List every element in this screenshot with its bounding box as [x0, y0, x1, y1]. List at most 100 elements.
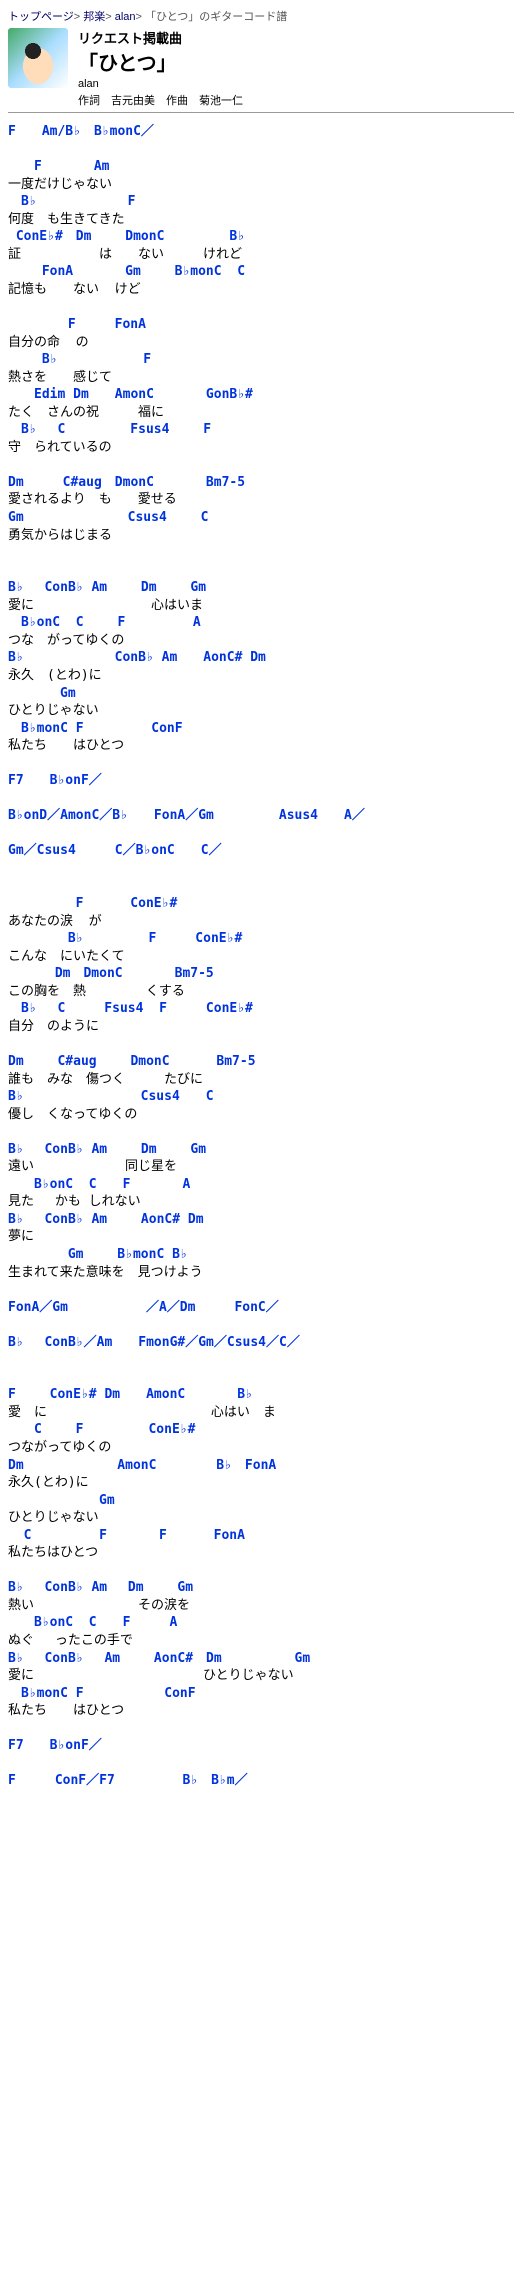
chord-line: B♭ C Fsus4 F ConE♭#	[8, 1000, 514, 1018]
chord-line: B♭ ConB♭／Am FmonG#／Gm／Csus4／C／	[8, 1334, 514, 1352]
chord-line: B♭ F	[8, 351, 514, 369]
lyric-line: たく さんの祝 福に	[8, 404, 514, 422]
breadcrumb: トップページ> 邦楽> alan> 「ひとつ」のギターコード譜	[8, 8, 514, 24]
artist-name: alan	[78, 78, 243, 90]
chord-line: F ConE♭#	[8, 895, 514, 913]
chord-line: Dm C#aug DmonC Bm7-5	[8, 1053, 514, 1071]
lyric-line: 自分 のように	[8, 1018, 514, 1036]
chord-line: C F ConE♭#	[8, 1421, 514, 1439]
chord-line: B♭ ConB♭ Am AonC# Dm	[8, 649, 514, 667]
blank-line	[8, 1035, 514, 1053]
chord-line: F FonA	[8, 316, 514, 334]
bc-top[interactable]: トップページ	[8, 11, 74, 23]
chord-line: F7 B♭onF／	[8, 1737, 514, 1755]
lyric-line: 愛されるより も 愛せる	[8, 491, 514, 509]
chord-line: B♭ F	[8, 193, 514, 211]
chord-line: F7 B♭onF／	[8, 772, 514, 790]
lyric-line: 優し くなってゆくの	[8, 1106, 514, 1124]
chord-line: B♭ ConB♭ Am Dm Gm	[8, 1141, 514, 1159]
lyric-line: 熱い その涙を	[8, 1597, 514, 1615]
blank-line	[8, 1123, 514, 1141]
chord-line: B♭ ConB♭ Am Dm Gm	[8, 579, 514, 597]
song-body: F Am/B♭ B♭monC／ F Am一度だけじゃない B♭ F何度 も生きて…	[8, 123, 514, 1790]
chord-line: Edim Dm AmonC GonB♭#	[8, 386, 514, 404]
lyric-line: 永久 (とわ)に	[8, 667, 514, 685]
chord-line: B♭monC F ConF	[8, 1685, 514, 1703]
chord-line: B♭ ConB♭ Am Dm Gm	[8, 1579, 514, 1597]
chord-line: ConE♭# Dm DmonC B♭	[8, 228, 514, 246]
chord-line: B♭ ConB♭ Am AonC# Dm	[8, 1211, 514, 1229]
lyric-line: 一度だけじゃない	[8, 176, 514, 194]
bc-tail: 「ひとつ」のギターコード譜	[145, 11, 287, 23]
chord-line: Dm AmonC B♭ FonA	[8, 1457, 514, 1475]
lyric-line: 愛 に 心はい ま	[8, 1404, 514, 1422]
lyric-line: 生まれて来た意味を 見つけよう	[8, 1264, 514, 1282]
lyric-line: あなたの涙 が	[8, 913, 514, 931]
blank-line	[8, 562, 514, 580]
chord-line: FonA／Gm ／A／Dm FonC／	[8, 1299, 514, 1317]
chord-line: C F F FonA	[8, 1527, 514, 1545]
blank-line	[8, 878, 514, 896]
lyric-line: 守 られているの	[8, 439, 514, 457]
chord-line: Gm	[8, 1492, 514, 1510]
header: リクエスト掲載曲 「ひとつ」 alan 作詞 吉元由美 作曲 菊池一仁	[8, 28, 514, 108]
chord-line: B♭onC C F A	[8, 1614, 514, 1632]
request-label: リクエスト掲載曲	[78, 28, 243, 47]
chord-line: F ConF／F7 B♭ B♭m／	[8, 1772, 514, 1790]
chord-line: Gm／Csus4 C／B♭onC C／	[8, 842, 514, 860]
lyric-line: ぬぐ ったこの手で	[8, 1632, 514, 1650]
lyric-line: 永久(とわ)に	[8, 1474, 514, 1492]
lyric-line: この胸を 熱 くする	[8, 983, 514, 1001]
lyric-line: 夢に	[8, 1228, 514, 1246]
chord-line: Dm C#aug DmonC Bm7-5	[8, 474, 514, 492]
lyric-line: つな がってゆくの	[8, 632, 514, 650]
lyric-line: 誰も みな 傷つく たびに	[8, 1071, 514, 1089]
lyric-line: 勇気からはじまる	[8, 527, 514, 545]
chord-line: B♭onC C F A	[8, 1176, 514, 1194]
chord-line: Gm	[8, 685, 514, 703]
blank-line	[8, 1281, 514, 1299]
blank-line	[8, 1369, 514, 1387]
lyric-line: 何度 も生きてきた	[8, 211, 514, 229]
lyric-line: 愛に ひとりじゃない	[8, 1667, 514, 1685]
lyric-line: 記憶も ない けど	[8, 281, 514, 299]
blank-line	[8, 755, 514, 773]
lyric-line: 見た かも しれない	[8, 1193, 514, 1211]
chord-line: B♭ Csus4 C	[8, 1088, 514, 1106]
blank-line	[8, 141, 514, 159]
lyric-line: 証 は ない けれど	[8, 246, 514, 264]
bc-artist[interactable]: alan	[115, 11, 136, 23]
song-title: 「ひとつ」	[78, 47, 243, 76]
chord-line: F Am	[8, 158, 514, 176]
chord-line: B♭onC C F A	[8, 614, 514, 632]
chord-line: Gm Csus4 C	[8, 509, 514, 527]
blank-line	[8, 1316, 514, 1334]
lyric-line: 熱さを 感じて	[8, 369, 514, 387]
blank-line	[8, 456, 514, 474]
divider	[8, 112, 514, 113]
blank-line	[8, 860, 514, 878]
chord-line: B♭onD／AmonC／B♭ FonA／Gm Asus4 A／	[8, 807, 514, 825]
chord-line: B♭ F ConE♭#	[8, 930, 514, 948]
chord-line: Gm B♭monC B♭	[8, 1246, 514, 1264]
bc-genre[interactable]: 邦楽	[83, 11, 105, 23]
lyric-line: 私たちはひとつ	[8, 1544, 514, 1562]
blank-line	[8, 1562, 514, 1580]
lyric-line: 自分の命 の	[8, 334, 514, 352]
blank-line	[8, 1351, 514, 1369]
album-art	[8, 28, 68, 88]
lyric-line: 私たち はひとつ	[8, 737, 514, 755]
blank-line	[8, 790, 514, 808]
credits: 作詞 吉元由美 作曲 菊池一仁	[78, 92, 243, 108]
lyric-line: つながってゆくの	[8, 1439, 514, 1457]
blank-line	[8, 825, 514, 843]
chord-line: B♭ C Fsus4 F	[8, 421, 514, 439]
chord-line: FonA Gm B♭monC C	[8, 263, 514, 281]
chord-line: F ConE♭# Dm AmonC B♭	[8, 1386, 514, 1404]
lyric-line: 愛に 心はいま	[8, 597, 514, 615]
lyric-line: 遠い 同じ星を	[8, 1158, 514, 1176]
lyric-line: ひとりじゃない	[8, 1509, 514, 1527]
blank-line	[8, 544, 514, 562]
chord-line: F Am/B♭ B♭monC／	[8, 123, 514, 141]
chord-line: B♭monC F ConF	[8, 720, 514, 738]
